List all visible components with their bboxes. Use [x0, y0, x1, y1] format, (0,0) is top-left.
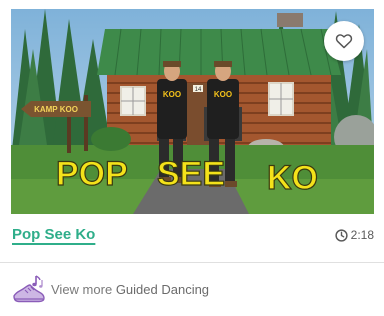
video-title-link[interactable]: Pop See Ko — [12, 226, 95, 243]
shirt-logo-right: KOO — [214, 90, 232, 99]
view-more-guided-dancing-link[interactable]: View more Guided Dancing — [0, 263, 384, 316]
view-more-category: Guided Dancing — [115, 282, 210, 297]
video-info-row: Pop See Ko 2:18 — [12, 225, 374, 251]
favorite-button[interactable] — [324, 21, 364, 61]
heart-outline-icon — [335, 34, 353, 49]
video-card: 14 KAMP KOO KOO KOO POP SEE KO Pop See K… — [0, 0, 384, 316]
shirt-logo-left: KOO — [163, 90, 181, 99]
video-duration: 2:18 — [335, 228, 374, 242]
cabin-number: 14 — [195, 87, 202, 93]
camp-sign-text: KAMP KOO — [34, 105, 78, 114]
thumbnail-scene: 14 KAMP KOO KOO KOO POP SEE KO — [11, 9, 374, 214]
caption-word-1: POP — [56, 155, 128, 193]
clock-icon — [335, 228, 348, 242]
view-more-text: View more Guided Dancing — [51, 282, 209, 297]
video-thumbnail[interactable]: 14 KAMP KOO KOO KOO POP SEE KO — [11, 9, 374, 214]
caption-word-3: KO — [267, 159, 318, 197]
dance-shoe-icon — [13, 274, 45, 302]
duration-text: 2:18 — [350, 228, 374, 242]
caption-word-2: SEE — [157, 155, 225, 193]
view-more-prefix: View more — [51, 282, 113, 297]
